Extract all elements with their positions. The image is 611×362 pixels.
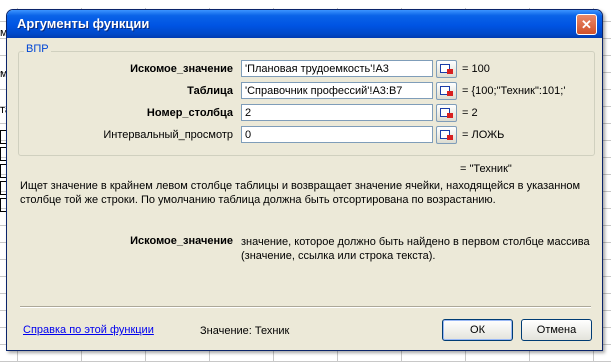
value-label-text: Значение: (200, 325, 252, 337)
sheet-top-strip (0, 0, 611, 8)
function-name: ВПР (24, 43, 51, 55)
collapse-dialog-button[interactable] (436, 126, 457, 144)
collapse-dialog-button[interactable] (436, 82, 457, 100)
function-description: Ищет значение в крайнем левом столбце та… (20, 180, 581, 206)
arg-label-col-index: Номер_столбца (146, 107, 233, 119)
close-button[interactable]: ✕ (576, 14, 597, 35)
value-label: Значение: Техник (200, 325, 289, 337)
arg-result-table: = {100;"Техник":101;' (462, 85, 566, 97)
arg-result-col-index: = 2 (462, 107, 478, 119)
table-input[interactable]: 'Справочник профессий'!A3:B7 (241, 82, 433, 99)
arg-result-lookup-value: = 100 (462, 63, 490, 75)
function-arguments-dialog: Аргументы функции ✕ ВПР Искомое_значение… (6, 9, 603, 351)
cancel-button[interactable]: Отмена (521, 319, 592, 341)
close-icon: ✕ (581, 17, 592, 32)
divider (20, 306, 591, 308)
collapse-dialog-button[interactable] (436, 104, 457, 122)
arg-help-name: Искомое_значение (130, 235, 233, 247)
function-result: = "Техник" (460, 163, 512, 175)
arg-label-table: Таблица (187, 85, 233, 97)
dialog-titlebar[interactable]: Аргументы функции ✕ (7, 10, 602, 38)
dialog-title: Аргументы функции (17, 16, 150, 31)
arg-label-range-lookup: Интервальный_просмотр (103, 129, 233, 141)
help-link[interactable]: Справка по этой функции (23, 324, 154, 336)
arg-label-lookup-value: Искомое_значение (130, 63, 233, 75)
col-index-input[interactable]: 2 (241, 104, 433, 121)
arg-help-text: значение, которое должно быть найдено в … (241, 236, 590, 262)
range-lookup-input[interactable]: 0 (241, 126, 433, 143)
value-text: Техник (254, 325, 290, 337)
ok-button[interactable]: ОК (442, 319, 513, 341)
arg-result-range-lookup: = ЛОЖЬ (462, 129, 505, 141)
collapse-dialog-button[interactable] (436, 60, 457, 78)
lookup-value-input[interactable]: 'Плановая трудоемкость'!A3 (241, 60, 433, 77)
